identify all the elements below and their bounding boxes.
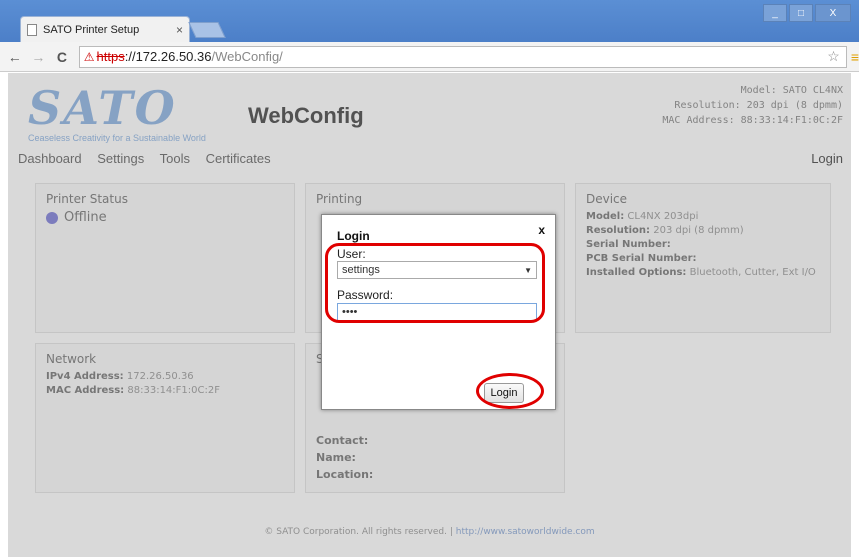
- dialog-close-icon[interactable]: x: [538, 223, 545, 237]
- browser-menu-icon[interactable]: ≡: [851, 49, 859, 65]
- user-label: User:: [337, 247, 366, 261]
- password-field[interactable]: ••••: [337, 303, 537, 321]
- password-value: ••••: [342, 306, 358, 318]
- window-close-button[interactable]: X: [815, 4, 851, 22]
- address-bar[interactable]: ⚠ https ://172.26.50.36 /WebConfig/ ☆: [78, 45, 847, 68]
- back-icon[interactable]: ←: [6, 49, 24, 65]
- window-controls: _ □ X: [763, 4, 851, 22]
- url-host: ://172.26.50.36: [124, 49, 212, 64]
- browser-toolbar: ← → C ⚠ https ://172.26.50.36 /WebConfig…: [0, 42, 859, 72]
- insecure-warning-icon: ⚠: [83, 49, 95, 64]
- user-select[interactable]: settings ▼: [337, 261, 537, 279]
- forward-icon[interactable]: →: [30, 49, 48, 65]
- url-scheme: https: [96, 49, 125, 64]
- tab-close-icon[interactable]: ×: [176, 23, 183, 37]
- login-submit-button[interactable]: Login: [484, 383, 524, 403]
- new-tab-button[interactable]: [188, 22, 226, 38]
- dropdown-arrow-icon: ▼: [524, 265, 532, 275]
- reload-icon[interactable]: C: [53, 49, 71, 65]
- maximize-button[interactable]: □: [789, 4, 813, 22]
- tab-title: SATO Printer Setup: [43, 23, 140, 36]
- user-select-value: settings: [342, 264, 380, 276]
- minimize-button[interactable]: _: [763, 4, 787, 22]
- browser-titlebar: SATO Printer Setup × _ □ X: [0, 0, 859, 42]
- dialog-title: Login: [337, 229, 370, 243]
- page-icon: [27, 23, 37, 36]
- bookmark-star-icon[interactable]: ☆: [827, 48, 840, 65]
- browser-tab[interactable]: SATO Printer Setup ×: [20, 16, 190, 42]
- url-path: /WebConfig/: [211, 49, 283, 64]
- login-dialog: Login x User: settings ▼ Password: •••• …: [321, 214, 556, 410]
- password-label: Password:: [337, 288, 394, 302]
